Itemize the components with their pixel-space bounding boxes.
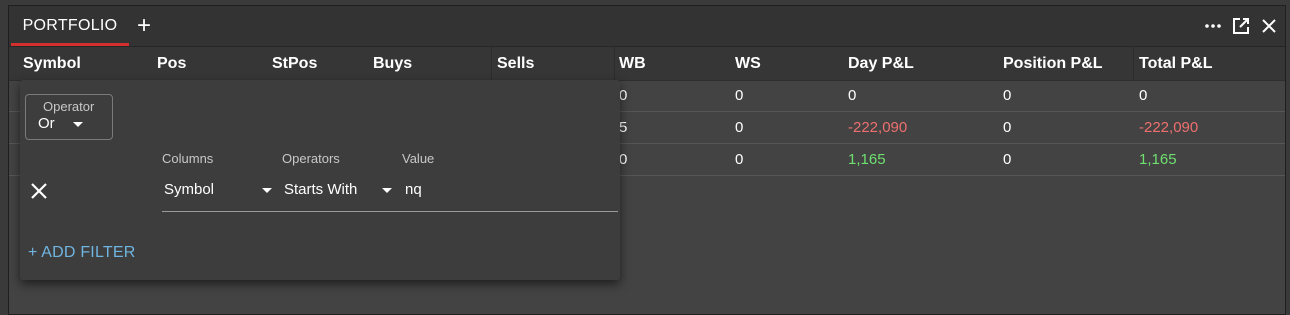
column-header-sells[interactable]: Sells [497,47,534,80]
grid-header: Symbol Pos StPos Buys Sells WB WS Day P&… [9,47,1285,81]
column-separator [614,47,615,80]
cell-wb: 5 [619,119,628,136]
add-filter-button[interactable]: + ADD FILTER [28,244,135,262]
remove-filter-icon[interactable] [28,180,50,202]
tab-portfolio[interactable]: PORTFOLIO [11,6,129,46]
cell-ws: 0 [735,87,744,104]
filter-panel: Operator Or Columns Operators Value Symb… [20,80,620,280]
cell-ws: 0 [735,151,744,168]
input-underline [162,211,618,212]
popout-icon[interactable] [1231,16,1251,36]
cell-day-pnl: -222,090 [848,119,908,136]
column-select-value: Symbol [164,181,215,198]
cell-total-pnl: 1,165 [1139,151,1177,168]
cell-wb: 0 [619,87,628,104]
cell-ws: 0 [735,119,744,136]
column-header-total-pnl[interactable]: Total P&L [1139,47,1212,80]
cell-position-pnl: 0 [1003,119,1012,136]
cell-total-pnl: -222,090 [1139,119,1199,136]
chevron-down-icon [382,188,392,193]
filter-value-input[interactable]: nq [405,181,422,198]
operator-condition-value: Starts With [284,181,358,198]
column-header-wb[interactable]: WB [619,47,646,80]
column-header-buys[interactable]: Buys [373,47,412,80]
add-tab-icon[interactable]: + [134,14,154,38]
column-separator [491,47,492,80]
chevron-down-icon [262,188,272,193]
column-header-position-pnl[interactable]: Position P&L [1003,47,1103,80]
column-header-symbol[interactable]: Symbol [23,47,81,80]
close-icon[interactable] [1259,16,1279,36]
column-header-stpos[interactable]: StPos [272,47,317,80]
columns-label: Columns [162,151,214,166]
column-header-pos[interactable]: Pos [157,47,186,80]
column-header-day-pnl[interactable]: Day P&L [848,47,914,80]
more-options-icon[interactable] [1203,16,1223,36]
cell-position-pnl: 0 [1003,151,1012,168]
column-separator [1133,47,1134,80]
operator-select[interactable]: Operator Or [25,94,113,140]
operator-value: Or [38,115,55,132]
tab-bar: PORTFOLIO + [9,6,1285,47]
operators-label: Operators [282,151,340,166]
cell-wb: 0 [619,151,628,168]
cell-day-pnl: 0 [848,87,857,104]
column-header-ws[interactable]: WS [735,47,761,80]
cell-total-pnl: 0 [1139,87,1148,104]
chevron-down-icon [73,122,83,127]
value-label: Value [402,151,435,166]
operator-label: Operator [40,99,98,114]
cell-position-pnl: 0 [1003,87,1012,104]
cell-day-pnl: 1,165 [848,151,886,168]
